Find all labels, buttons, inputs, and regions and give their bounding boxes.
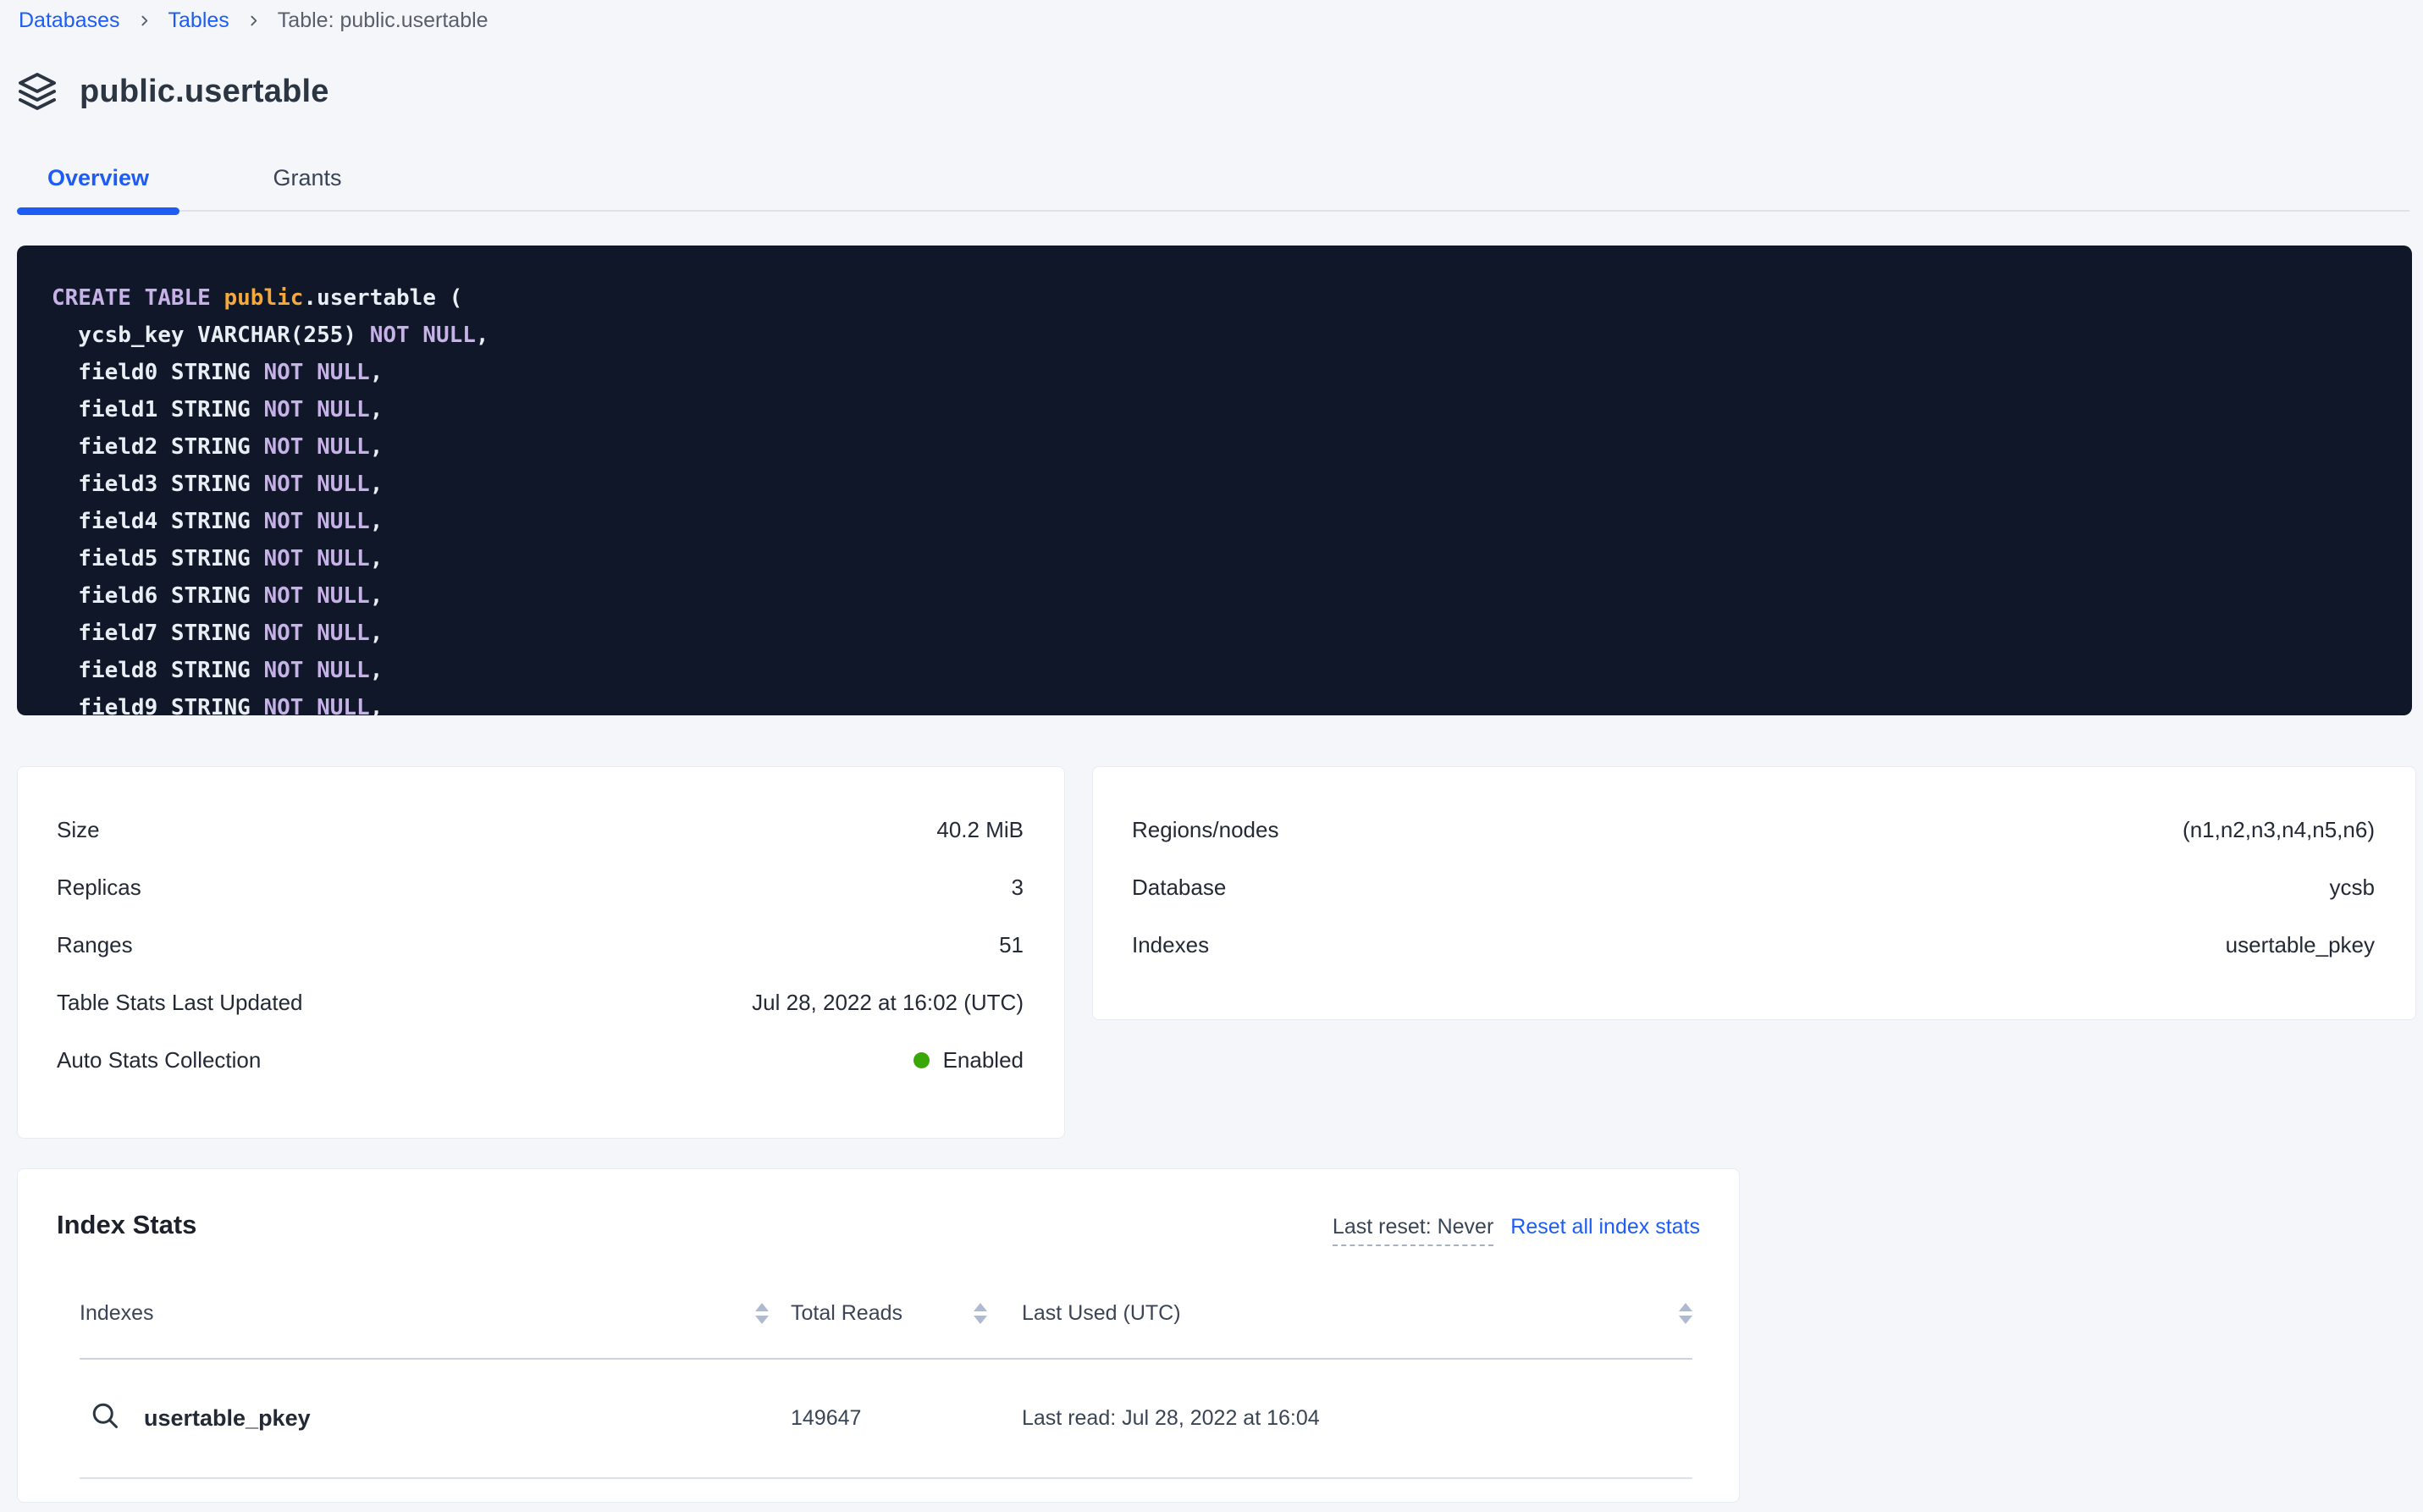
sort-arrows-icon [1679,1303,1692,1324]
stat-value: Enabled [913,1047,1024,1073]
index-name-link[interactable]: usertable_pkey [80,1400,311,1437]
stat-value: 3 [1012,875,1024,901]
stat-label: Indexes [1132,932,1209,958]
stat-row-regions-nodes: Regions/nodes (n1,n2,n3,n4,n5,n6) [1132,801,2375,858]
stat-label: Replicas [57,875,141,901]
index-table-header: Indexes Total Reads Last Used (UTC) [80,1268,1692,1360]
stat-row-indexes: Indexes usertable_pkey [1132,916,2375,974]
index-stats-header: Index Stats Last reset: Never Reset all … [57,1206,1700,1246]
page-title: public.usertable [80,74,329,110]
index-stats-actions: Last reset: Never Reset all index stats [1333,1215,1700,1246]
stat-label: Database [1132,875,1226,901]
sql-line: field1 STRING NOT NULL, [52,391,2378,428]
sql-line: CREATE TABLE public.usertable ( [52,279,2378,317]
sql-line: field2 STRING NOT NULL, [52,428,2378,466]
breadcrumb-databases[interactable]: Databases [19,8,120,33]
stat-row-ranges: Ranges 51 [57,916,1024,974]
stat-row-auto-stats-collection: Auto Stats Collection Enabled [57,1031,1024,1089]
stat-value: (n1,n2,n3,n4,n5,n6) [2183,817,2375,843]
total-reads-value: 149647 [791,1406,987,1431]
stat-row-table-stats-last-updated: Table Stats Last Updated Jul 28, 2022 at … [57,974,1024,1031]
stat-row-replicas: Replicas 3 [57,858,1024,916]
last-reset-label: Last reset: Never [1333,1215,1493,1246]
sql-line: field4 STRING NOT NULL, [52,503,2378,540]
breadcrumb: Databases Tables Table: public.usertable [19,5,488,36]
column-header-total-reads[interactable]: Total Reads [791,1301,987,1326]
sql-line: field0 STRING NOT NULL, [52,354,2378,391]
sql-line: field8 STRING NOT NULL, [52,652,2378,689]
sql-line: ycsb_key VARCHAR(255) NOT NULL, [52,317,2378,354]
index-stats-card: Index Stats Last reset: Never Reset all … [17,1168,1740,1503]
stat-label: Regions/nodes [1132,817,1278,843]
index-stats-table: Indexes Total Reads Last Used (UTC) userta… [80,1268,1692,1479]
stat-row-size: Size 40.2 MiB [57,801,1024,858]
index-row-usertable-pkey: usertable_pkey 149647 Last read: Jul 28, 2… [80,1360,1692,1479]
sql-line: field6 STRING NOT NULL, [52,577,2378,615]
stat-row-database: Database ycsb [1132,858,2375,916]
index-table-body: usertable_pkey 149647 Last read: Jul 28, 2… [80,1360,1692,1479]
stat-value: usertable_pkey [2226,932,2375,958]
stat-value: 51 [999,932,1024,958]
stat-value: ycsb [2330,875,2375,901]
tab-overview[interactable]: Overview [17,146,179,210]
sort-arrows-icon [755,1303,769,1324]
chevron-right-icon [137,14,152,28]
table-details-page: Databases Tables Table: public.usertable p… [0,0,2423,1512]
create-table-statement: CREATE TABLE public.usertable ( ycsb_key… [17,246,2412,715]
page-header: public.usertable [17,71,329,112]
sql-line: field9 STRING NOT NULL, [52,689,2378,715]
stat-label: Table Stats Last Updated [57,990,303,1016]
sql-line: field5 STRING NOT NULL, [52,540,2378,577]
stat-value: 40.2 MiB [936,817,1024,843]
breadcrumb-table-public-usertable: Table: public.usertable [278,8,488,33]
breadcrumb-tables[interactable]: Tables [168,8,229,33]
magnifier-icon [90,1400,120,1437]
stack-icon [17,71,58,112]
stat-label: Auto Stats Collection [57,1047,261,1073]
stat-value: Jul 28, 2022 at 16:02 (UTC) [752,990,1024,1016]
index-stats-title: Index Stats [57,1206,196,1244]
table-details-card: Regions/nodes (n1,n2,n3,n4,n5,n6) Database… [1092,766,2416,1020]
sql-line: field3 STRING NOT NULL, [52,466,2378,503]
stat-label: Size [57,817,100,843]
sort-arrows-icon [974,1303,987,1324]
last-used-value: Last read: Jul 28, 2022 at 16:04 [1022,1406,1692,1431]
green-dot-icon [913,1052,930,1068]
chevron-right-icon [246,14,261,28]
stat-label: Ranges [57,932,133,958]
column-header-indexes[interactable]: Indexes [80,1301,769,1326]
index-name: usertable_pkey [144,1405,311,1432]
reset-index-stats-link[interactable]: Reset all index stats [1510,1215,1700,1239]
tab-bar: Overview Grants [17,146,2409,212]
sql-line: field7 STRING NOT NULL, [52,615,2378,652]
tab-grants[interactable]: Grants [230,146,384,210]
column-header-last-used-utc[interactable]: Last Used (UTC) [1022,1301,1692,1326]
table-summary-card: Size 40.2 MiB Replicas 3 Ranges 51 Table Stats… [17,766,1065,1139]
